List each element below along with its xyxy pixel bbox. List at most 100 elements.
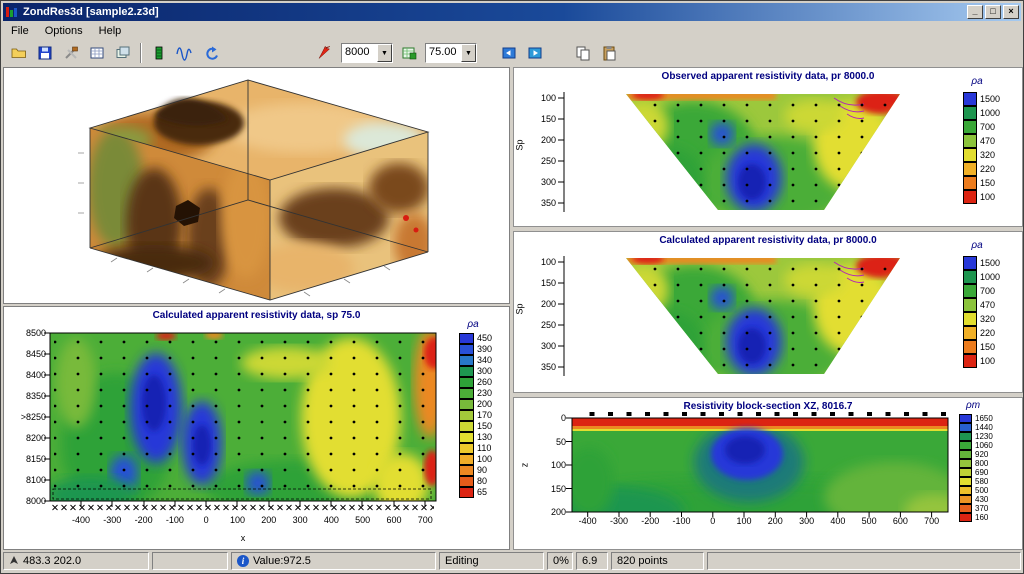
x-tick-label: 400 [830,516,846,526]
y-tick-label: 100 [540,93,556,103]
copy-button[interactable] [571,42,595,65]
y-tick-label: 250 [540,156,556,166]
sp-select-value: 75.00 [429,46,457,58]
y-tick-label: 200 [540,299,556,309]
colorbar-unit: ρa [971,76,983,87]
colorbar-segment [959,476,972,486]
colorbar-tick-label: 150 [980,177,996,188]
pseudosection-plot[interactable] [514,86,959,226]
slice-map-icon [402,47,417,60]
minimize-button[interactable]: _ [967,5,983,19]
undo-button[interactable] [199,42,223,65]
colorbar-segment [963,339,977,354]
y-axis-label: z [519,462,530,468]
colorbar-row: 65 [459,486,492,498]
menu-help[interactable]: Help [91,23,130,39]
colorbar-row: 1000 [963,269,1000,284]
block-section-chart: Resistivity block-section XZ, 8016.7 z ρ… [513,397,1023,550]
status-bar: 483.3 202.0 i Value:972.5 Editing 0% 6.9… [1,550,1023,573]
layers-button[interactable] [111,42,135,65]
colorbar-row: 470 [963,297,1000,312]
wave-icon [176,47,192,61]
y-tick-label: 250 [540,320,556,330]
x-tick-label: 200 [767,516,783,526]
y-tick-label: 100 [550,460,566,470]
colorbar-row: 80 [459,475,492,487]
status-progress-panel: 0% [547,552,573,570]
table-icon [90,47,104,59]
paste-button[interactable] [597,42,621,65]
colorbar-segment [963,297,977,312]
x-marker-row [52,504,434,513]
colorbar-segment [959,503,972,513]
x-tick-label: -200 [134,515,153,525]
colorbar-segment [963,325,977,340]
y-tick-label: 150 [550,483,566,494]
pr-select[interactable]: 8000 ▼ [341,43,393,63]
plan-map-chart: Calculated apparent resistivity data, sp… [3,306,510,550]
colorbar-segment [459,376,474,388]
dropdown-arrow-icon[interactable]: ▼ [377,44,392,62]
settings-button[interactable] [59,42,83,65]
marker-button[interactable] [313,42,337,65]
y-tick-label: 100 [540,257,556,267]
colorbar-segment [459,486,474,498]
sp-select[interactable]: 75.00 ▼ [425,43,477,63]
colorbar-segment [963,92,977,106]
y-tick-label: 200 [550,507,566,517]
colorbar-tick-label: 220 [980,163,996,174]
colorbar-row: 340 [459,354,492,366]
colorbar-row: 320 [963,147,1000,162]
colorbar-segment [459,333,474,344]
x-tick-label: 500 [861,516,877,526]
colorbar-tick-label: 90 [477,465,488,475]
observed-pseudosection-chart: Observed apparent resistivity data, pr 8… [513,67,1023,227]
slice-button[interactable] [397,42,421,65]
pr-select-value: 8000 [345,46,370,58]
y-tick-label: 50 [555,436,566,447]
colorbar-tick-label: 1500 [980,257,1001,268]
x-tick-label: 100 [736,516,752,526]
dropdown-arrow-icon[interactable]: ▼ [461,44,476,62]
section-x-button[interactable] [497,42,521,65]
section-right-icon [528,47,542,59]
x-tick-label: 500 [355,515,371,525]
pseudosection-plot[interactable] [514,250,959,390]
section-y-button[interactable] [523,42,547,65]
y-tick-label: 8400 [25,370,46,380]
colorbar-row: 320 [963,311,1000,326]
title-bar[interactable]: ZondRes3d [sample2.z3d] _ □ × [3,3,1021,21]
colorbar-segment [959,494,972,504]
colorscale-button[interactable] [147,42,171,65]
colorbar-row: 450 [459,333,492,344]
colorbar-segment [963,147,977,162]
info-icon: i [237,555,249,567]
maximize-button[interactable]: □ [985,5,1001,19]
x-tick-label: 0 [203,515,209,525]
colorbar-tick-label: 1230 [975,431,993,441]
menu-file[interactable]: File [3,23,37,39]
y-tick-label: 200 [540,135,556,145]
x-tick-label: 600 [892,516,908,526]
open-button[interactable] [7,42,31,65]
y-tick-label: 8500 [25,328,46,338]
colorbar-segment [959,431,972,441]
plan-map-plot[interactable] [6,323,454,537]
model-3d-view[interactable] [3,67,510,304]
colorbar-row: 260 [459,376,492,388]
status-mode-panel: Editing [439,552,544,570]
table-button[interactable] [85,42,109,65]
colorbar-segment [459,343,474,355]
colorbar-row: 390 [459,343,492,355]
y-tick-label: 8450 [25,349,46,359]
colorbar-row: 90 [459,464,492,476]
electrode-row [576,412,946,416]
menu-options[interactable]: Options [37,23,91,39]
colorbar-tick-label: 580 [975,476,989,486]
wave-button[interactable] [173,42,197,65]
close-button[interactable]: × [1003,5,1019,19]
colorbar-segment [963,105,977,120]
y-tick-label: 8100 [25,475,46,485]
save-button[interactable] [33,42,57,65]
x-tick-label: 100 [229,515,246,525]
